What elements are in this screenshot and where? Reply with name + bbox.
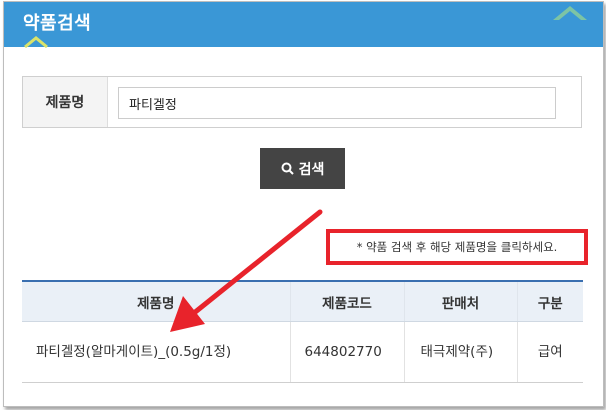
product-name-input[interactable]	[118, 87, 556, 119]
category-cell: 급여	[516, 321, 583, 383]
dialog-header: 약품검색	[4, 2, 603, 48]
table-header-row: 제품명 제품코드 판매처 구분	[22, 281, 583, 322]
column-header-seller: 판매처	[403, 281, 517, 322]
table-row[interactable]: 파티겔정(알마게이트)_(0.5g/1정) 644802770 태극제약(주) …	[22, 321, 583, 383]
product-code-cell: 644802770	[289, 321, 404, 383]
results-table: 제품명 제품코드 판매처 구분 파티겔정(알마게이트)_(0.5g/1정) 64…	[22, 280, 583, 383]
product-name-label: 제품명	[23, 77, 108, 127]
product-name-link[interactable]: 파티겔정(알마게이트)_(0.5g/1정)	[22, 321, 290, 383]
column-header-product-name: 제품명	[22, 281, 290, 322]
column-header-category: 구분	[516, 281, 583, 322]
search-dialog: 약품검색 제품명 검색 * 약품 검색 후 해당 제품명을 클릭하세요. 제품명…	[3, 1, 604, 407]
dialog-title: 약품검색	[23, 13, 92, 34]
search-form: 제품명	[22, 76, 582, 128]
column-header-product-code: 제품코드	[289, 281, 404, 322]
instruction-notice: * 약품 검색 후 해당 제품명을 클릭하세요.	[326, 229, 588, 265]
chevron-up-icon	[553, 6, 587, 20]
search-icon	[281, 162, 294, 175]
search-button-label: 검색	[298, 161, 325, 178]
chevron-up-icon	[24, 36, 48, 48]
search-button[interactable]: 검색	[260, 148, 345, 189]
seller-cell: 태극제약(주)	[403, 321, 517, 383]
